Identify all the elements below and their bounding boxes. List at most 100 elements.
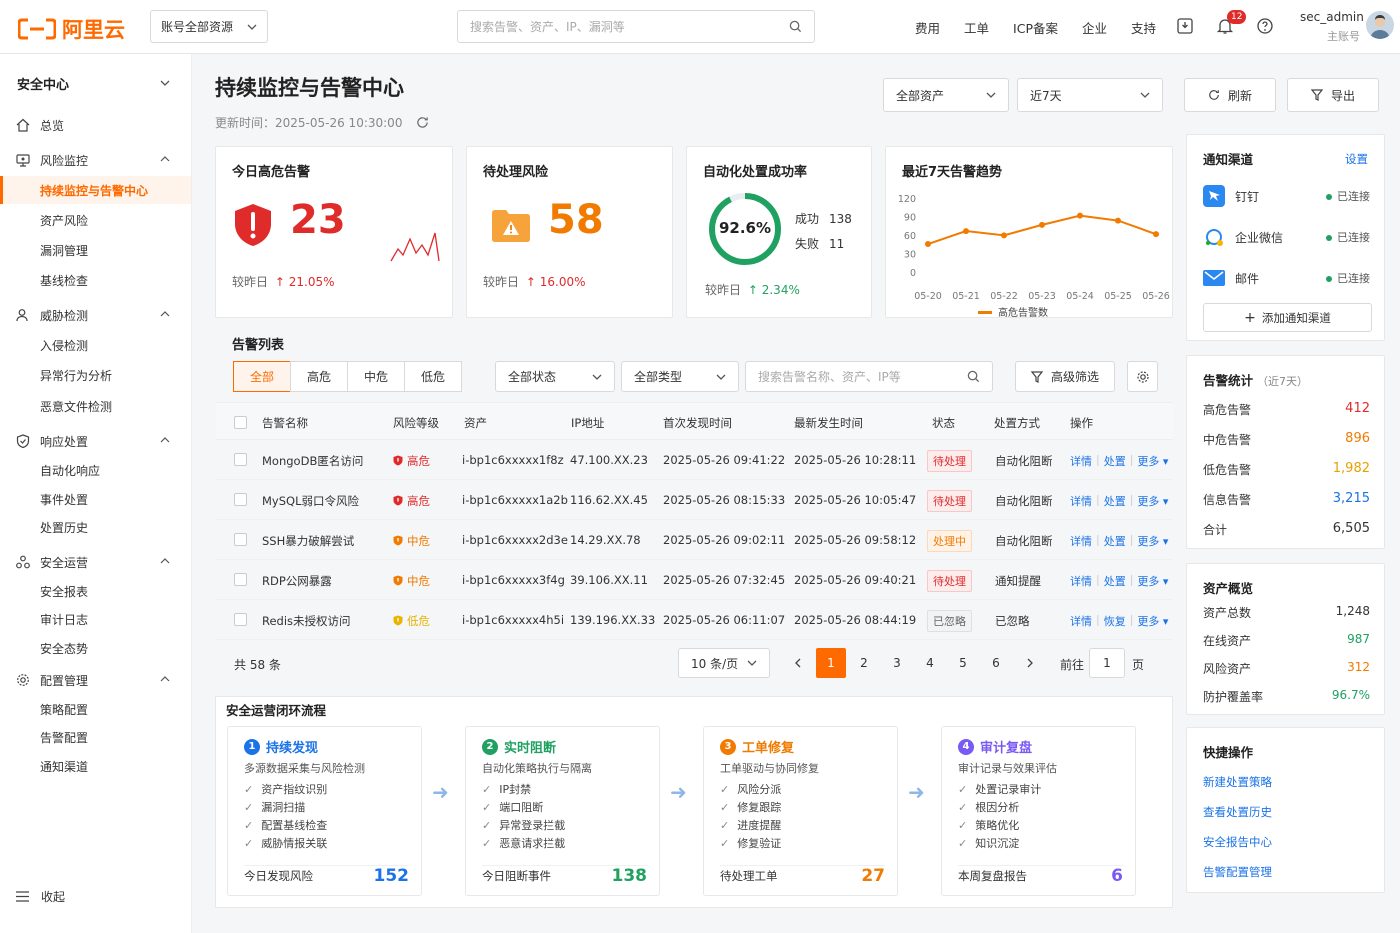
severity-tab-0[interactable]: 全部 [233,361,291,392]
sidebar-item-20[interactable]: 告警配置 [0,723,191,751]
handle-link[interactable]: 处置 [1104,453,1126,469]
page-5[interactable]: 5 [948,648,978,678]
detail-link[interactable]: 详情 [1070,453,1092,469]
quick-link-2[interactable]: 安全报告中心 [1203,834,1272,850]
sidebar-item-0[interactable]: 总览 [0,111,191,139]
advanced-filter-button[interactable]: 高级筛选 [1015,361,1115,392]
sidebar-item-14[interactable]: 安全运营 [0,548,191,576]
next-page-button[interactable] [1015,648,1045,678]
sidebar-item-17[interactable]: 安全态势 [0,634,191,662]
quick-link-3[interactable]: 告警配置管理 [1203,864,1272,880]
table-row[interactable]: SSH暴力破解尝试 中危 i-bp1c6xxxxx2d3e 14.29.XX.78 20… [216,520,1173,560]
page-2[interactable]: 2 [849,648,879,678]
prev-page-button[interactable] [783,648,813,678]
sidebar-item-3[interactable]: 资产风险 [0,206,191,234]
table-row[interactable]: Redis未授权访问 低危 i-bp1c6xxxxx4h5i 139.196.XX.3… [216,600,1173,640]
export-button[interactable]: 导出 [1287,78,1379,112]
sidebar-item-7[interactable]: 入侵检测 [0,331,191,359]
detail-link[interactable]: 详情 [1070,493,1092,509]
alert-search-input[interactable]: 搜索告警名称、资产、IP等 [745,361,993,392]
table-row[interactable]: MongoDB匿名访问 高危 i-bp1c6xxxxx1f8z 47.100.XX.2… [216,440,1173,480]
avatar[interactable] [1366,11,1394,39]
channel-1[interactable]: 企业微信 已连接 [1203,226,1370,248]
detail-link[interactable]: 详情 [1070,533,1092,549]
row-checkbox[interactable] [234,533,247,546]
global-search-input[interactable]: 搜索告警、资产、IP、漏洞等 [457,10,815,43]
sidebar-item-19[interactable]: 策略配置 [0,695,191,723]
page-3[interactable]: 3 [882,648,912,678]
detail-link[interactable]: 详情 [1070,613,1092,629]
page-1[interactable]: 1 [816,648,846,678]
col-name[interactable]: 告警名称 [262,415,308,431]
sidebar-item-9[interactable]: 恶意文件检测 [0,392,191,420]
severity-tab-1[interactable]: 高危 [290,361,348,392]
more-link[interactable]: 更多 ▾ [1137,453,1168,469]
select-all-checkbox[interactable] [234,416,247,429]
asset-filter-select[interactable]: 全部资产 [883,78,1009,112]
col-first-time[interactable]: 首次发现时间 [663,415,732,431]
reload-icon[interactable] [416,116,429,129]
sidebar-item-15[interactable]: 安全报表 [0,577,191,605]
auto-success-card[interactable]: 自动化处置成功率 92.6% 成功 138 失败 11 较昨日 ↑ 2.34% [686,146,872,318]
row-checkbox[interactable] [234,453,247,466]
pending-risk-card[interactable]: 待处理风险 58 较昨日 ↑ 16.00% [466,146,673,318]
table-settings-button[interactable] [1127,361,1158,392]
handle-link[interactable]: 恢复 [1104,613,1126,629]
help-icon[interactable] [1256,17,1274,35]
sidebar-item-12[interactable]: 事件处置 [0,485,191,513]
sidebar-item-13[interactable]: 处置历史 [0,513,191,541]
col-last-time[interactable]: 最新发生时间 [794,415,863,431]
channel-0[interactable]: 钉钉 已连接 [1203,185,1370,207]
user-info[interactable]: sec_admin 主账号 [1300,10,1364,44]
nav-tickets[interactable]: 工单 [964,18,989,37]
brand-logo[interactable]: 阿里云 [18,14,125,44]
more-link[interactable]: 更多 ▾ [1137,493,1168,509]
high-alert-card[interactable]: 今日高危告警 23 较昨日 ↑ 21.05% [215,146,453,318]
severity-tab-2[interactable]: 中危 [347,361,405,392]
handle-link[interactable]: 处置 [1104,533,1126,549]
detail-link[interactable]: 详情 [1070,573,1092,589]
handle-link[interactable]: 处置 [1104,573,1126,589]
handle-link[interactable]: 处置 [1104,493,1126,509]
flow-step-4[interactable]: 4 审计复盘 审计记录与效果评估 ✓ 处置记录审计 ✓ 根因分析 ✓ 策略优化 ✓ 知识沉淀 本周复盘… [941,726,1136,896]
sidebar-item-1[interactable]: 风险监控 [0,146,191,174]
flow-step-1[interactable]: 1 持续发现 多源数据采集与风险检测 ✓ 资产指纹识别 ✓ 漏洞扫描 ✓ 配置基线检查 ✓ 威胁情报… [227,726,422,896]
table-row[interactable]: MySQL弱口令风险 高危 i-bp1c6xxxxx1a2b 116.62.XX.45… [216,480,1173,520]
add-channel-button[interactable]: + 添加通知渠道 [1203,303,1372,332]
row-checkbox[interactable] [234,573,247,586]
sidebar-item-5[interactable]: 基线检查 [0,266,191,294]
sidebar-item-4[interactable]: 漏洞管理 [0,236,191,264]
table-row[interactable]: RDP公网暴露 中危 i-bp1c6xxxxx3f4g 39.106.XX.11 202… [216,560,1173,600]
channel-2[interactable]: 邮件 已连接 [1203,267,1370,289]
goto-page-input[interactable]: 1 [1089,648,1125,678]
page-size-select[interactable]: 10 条/页 [678,648,770,678]
col-status[interactable]: 状态 [932,415,955,431]
more-link[interactable]: 更多 ▾ [1137,533,1168,549]
quick-link-1[interactable]: 查看处置历史 [1203,804,1272,820]
status-filter-select[interactable]: 全部状态 [495,361,615,392]
nav-enterprise[interactable]: 企业 [1082,18,1107,37]
more-link[interactable]: 更多 ▾ [1137,613,1168,629]
notify-settings-link[interactable]: 设置 [1345,151,1368,167]
sidebar-item-16[interactable]: 审计日志 [0,605,191,633]
sidebar-item-10[interactable]: 响应处置 [0,427,191,455]
account-resource-select[interactable]: 账号全部资源 [150,10,268,43]
sidebar-item-6[interactable]: 威胁检测 [0,301,191,329]
page-4[interactable]: 4 [915,648,945,678]
row-checkbox[interactable] [234,613,247,626]
nav-support[interactable]: 支持 [1131,18,1156,37]
nav-fees[interactable]: 费用 [915,18,940,37]
flow-step-2[interactable]: 2 实时阻断 自动化策略执行与隔离 ✓ IP封禁 ✓ 端口阻断 ✓ 异常登录拦截 ✓ 恶意请求拦截今… [465,726,660,896]
refresh-button[interactable]: 刷新 [1184,78,1276,112]
sidebar-item-2[interactable]: 持续监控与告警中心 [0,176,191,204]
page-6[interactable]: 6 [981,648,1011,678]
col-level[interactable]: 风险等级 [393,415,439,431]
col-ip[interactable]: IP地址 [571,415,604,431]
nav-icp[interactable]: ICP备案 [1013,18,1058,37]
quick-link-0[interactable]: 新建处置策略 [1203,774,1272,790]
sidebar-item-18[interactable]: 配置管理 [0,666,191,694]
col-asset[interactable]: 资产 [464,415,487,431]
severity-tab-3[interactable]: 低危 [404,361,462,392]
flow-step-3[interactable]: 3 工单修复 工单驱动与协同修复 ✓ 风险分派 ✓ 修复跟踪 ✓ 进度提醒 ✓ 修复验证 待处理工单 2… [703,726,898,896]
sidebar-item-11[interactable]: 自动化响应 [0,456,191,484]
